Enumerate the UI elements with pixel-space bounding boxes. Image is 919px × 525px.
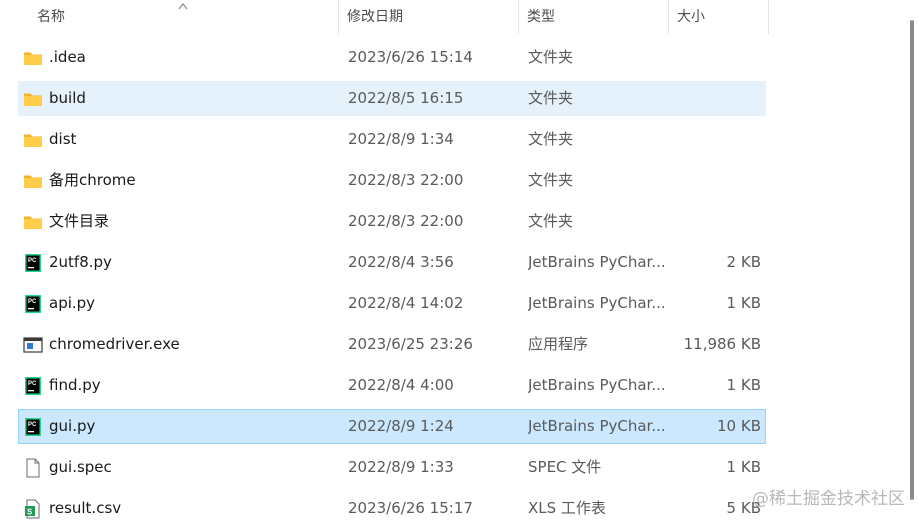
svg-text:PC: PC [28, 258, 37, 264]
column-header-bar: 名称 修改日期 类型 大小 [0, 0, 770, 34]
file-row[interactable]: 备用chrome 2022/8/3 22:00 文件夹 [18, 163, 766, 198]
file-size: 1 KB [726, 458, 761, 476]
file-name: gui.spec [49, 458, 112, 476]
column-separator[interactable] [338, 0, 339, 34]
vertical-scrollbar[interactable] [905, 0, 919, 525]
column-separator[interactable] [668, 0, 669, 34]
column-header-size[interactable]: 大小 [677, 0, 705, 34]
file-name: chromedriver.exe [49, 335, 180, 353]
file-modified-date: 2022/8/4 14:02 [348, 294, 464, 312]
file-explorer-window: 名称 修改日期 类型 大小 .idea 2023/6/26 15:14 文件夹 bui… [0, 0, 919, 525]
file-type: 文件夹 [528, 212, 574, 230]
file-modified-date: 2023/6/25 23:26 [348, 335, 473, 353]
file-name: gui.py [49, 417, 96, 435]
file-name: .idea [49, 48, 86, 66]
file-row[interactable]: PC gui.py 2022/8/9 1:24 JetBrains PyChar...… [18, 409, 766, 444]
column-separator[interactable] [768, 0, 769, 34]
file-name: 文件目录 [49, 212, 110, 230]
file-modified-date: 2022/8/3 22:00 [348, 171, 464, 189]
file-modified-date: 2022/8/9 1:24 [348, 417, 454, 435]
file-modified-date: 2022/8/4 3:56 [348, 253, 454, 271]
sort-ascending-icon [178, 3, 188, 10]
file-row[interactable]: PC api.py 2022/8/4 14:02 JetBrains PyChar..… [18, 286, 766, 321]
exe-icon [23, 335, 43, 355]
file-size [669, 41, 761, 74]
file-name: result.csv [49, 499, 122, 517]
pycharm-file-icon: PC [23, 417, 43, 437]
svg-text:PC: PC [28, 299, 37, 305]
file-name: dist [49, 130, 77, 148]
file-name: 2utf8.py [49, 253, 112, 271]
file-size: 5 KB [726, 499, 761, 517]
file-type: SPEC 文件 [528, 458, 602, 476]
file-type: JetBrains PyChar... [528, 294, 666, 312]
folder-icon [23, 171, 43, 191]
watermark: @稀土掘金技术社区 [752, 489, 905, 509]
column-header-date[interactable]: 修改日期 [347, 0, 403, 34]
file-type: 文件夹 [528, 48, 574, 66]
file-modified-date: 2022/8/3 22:00 [348, 212, 464, 230]
folder-icon [23, 89, 43, 109]
blank-file-icon [23, 458, 43, 478]
file-type: 文件夹 [528, 89, 574, 107]
file-row[interactable]: PC 2utf8.py 2022/8/4 3:56 JetBrains PyChar.… [18, 245, 766, 280]
file-row[interactable]: gui.spec 2022/8/9 1:33 SPEC 文件 1 KB [18, 450, 766, 485]
file-modified-date: 2022/8/9 1:33 [348, 458, 454, 476]
folder-icon [23, 48, 43, 68]
spreadsheet-file-icon: S [23, 499, 43, 519]
file-row[interactable]: PC find.py 2022/8/4 4:00 JetBrains PyChar..… [18, 368, 766, 403]
file-row[interactable]: Sresult.csv 2023/6/26 15:17 XLS 工作表 5 KB [18, 491, 766, 525]
file-size: 11,986 KB [683, 335, 761, 353]
pycharm-file-icon: PC [23, 253, 43, 273]
pycharm-file-icon: PC [23, 294, 43, 314]
file-size: 1 KB [726, 294, 761, 312]
file-modified-date: 2022/8/5 16:15 [348, 89, 464, 107]
file-type: JetBrains PyChar... [528, 417, 666, 435]
file-size [669, 123, 761, 156]
folder-icon [23, 130, 43, 150]
file-row[interactable]: dist 2022/8/9 1:34 文件夹 [18, 122, 766, 157]
file-size: 1 KB [726, 376, 761, 394]
folder-icon [23, 212, 43, 232]
file-type: XLS 工作表 [528, 499, 606, 517]
svg-text:PC: PC [28, 381, 37, 387]
svg-text:PC: PC [28, 422, 37, 428]
file-row[interactable]: chromedriver.exe 2023/6/25 23:26 应用程序 11,98… [18, 327, 766, 362]
file-type: JetBrains PyChar... [528, 376, 666, 394]
file-size [669, 205, 761, 238]
column-header-name[interactable]: 名称 [37, 0, 65, 34]
file-name: api.py [49, 294, 96, 312]
file-type: 应用程序 [528, 335, 589, 353]
column-header-type[interactable]: 类型 [527, 0, 555, 34]
file-type: JetBrains PyChar... [528, 253, 666, 271]
file-type: 文件夹 [528, 130, 574, 148]
svg-text:S: S [27, 508, 33, 517]
file-size: 2 KB [726, 253, 761, 271]
file-modified-date: 2023/6/26 15:17 [348, 499, 473, 517]
file-name: build [49, 89, 86, 107]
column-separator[interactable] [518, 0, 519, 34]
file-row[interactable]: build 2022/8/5 16:15 文件夹 [18, 81, 766, 116]
pycharm-file-icon: PC [23, 376, 43, 396]
file-name: find.py [49, 376, 101, 394]
file-name: 备用chrome [49, 171, 136, 189]
file-row[interactable]: 文件目录 2022/8/3 22:00 文件夹 [18, 204, 766, 239]
file-modified-date: 2022/8/4 4:00 [348, 376, 454, 394]
file-modified-date: 2023/6/26 15:14 [348, 48, 473, 66]
file-size: 10 KB [717, 417, 761, 435]
file-row[interactable]: .idea 2023/6/26 15:14 文件夹 [18, 40, 766, 75]
file-size [669, 164, 761, 197]
scrollbar-thumb[interactable] [910, 20, 914, 500]
file-modified-date: 2022/8/9 1:34 [348, 130, 454, 148]
file-type: 文件夹 [528, 171, 574, 189]
file-size [669, 82, 761, 115]
